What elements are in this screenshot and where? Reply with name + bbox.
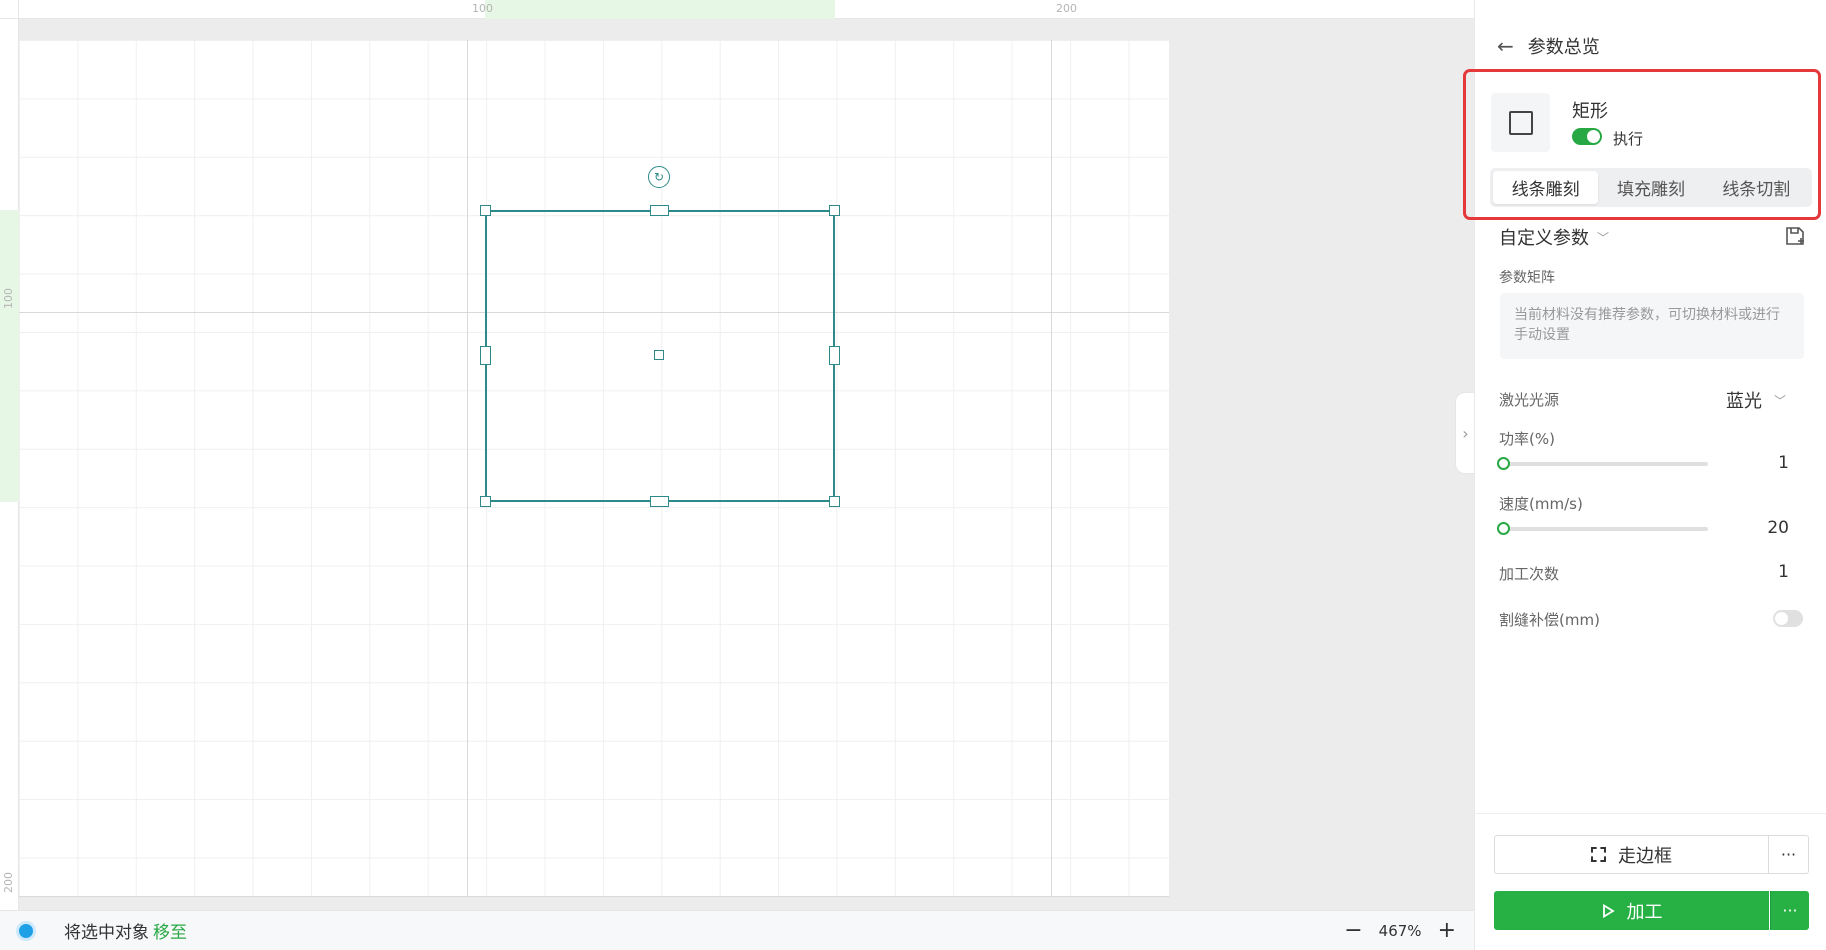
speed-value[interactable]: 20 [1767,518,1789,538]
chevron-right-icon: › [1462,423,1469,443]
frame-more-button[interactable]: ··· [1769,835,1809,874]
tab-line-cut[interactable]: 线条切割 [1704,171,1809,204]
ruler-top-label: 100 [472,2,493,15]
grid-major-line [19,896,1169,897]
ruler-top-selection-highlight [485,0,835,19]
shape-name: 矩形 [1572,101,1608,122]
panel-header: ← 参数总览 [1497,33,1600,59]
ruler-left: 100 200 [0,19,19,910]
resize-handle-bottom-right[interactable] [829,496,840,507]
processing-mode-tabs: 线条雕刻 填充雕刻 线条切割 [1490,168,1812,207]
panel-collapse-toggle[interactable]: › [1455,392,1475,474]
ruler-top: 100 200 [19,0,1474,19]
laser-source-label: 激光光源 [1499,391,1560,409]
ruler-corner [0,0,19,19]
chevron-down-icon: ﹀ [1774,393,1787,408]
shape-thumbnail [1491,93,1550,152]
grid-major-line [1051,40,1052,897]
speed-slider-track[interactable] [1503,527,1708,531]
kerf-label: 割缝补偿(mm) [1499,611,1600,629]
power-label: 功率(%) [1499,430,1555,448]
tab-fill-engrave[interactable]: 填充雕刻 [1598,171,1703,204]
process-button[interactable]: 加工 [1494,891,1769,930]
frame-button[interactable]: 走边框 [1494,835,1769,874]
power-slider-track[interactable] [1503,462,1708,466]
zoom-in-button[interactable]: + [1438,919,1456,942]
param-matrix-label: 参数矩阵 [1499,270,1555,286]
ruler-left-label: 200 [2,872,15,893]
center-handle[interactable] [654,350,664,360]
dashed-frame-icon [1591,847,1606,862]
zoom-out-button[interactable]: − [1344,919,1362,942]
chevron-down-icon: ﹀ [1597,230,1610,245]
ruler-left-label: 100 [2,288,15,309]
resize-handle-top-left[interactable] [480,205,491,216]
zoom-level: 467% [1378,921,1422,940]
ruler-top-label: 200 [1056,2,1077,15]
custom-param-dropdown[interactable]: 自定义参数 ﹀ [1499,224,1609,250]
resize-handle-right[interactable] [829,346,840,365]
panel-title: 参数总览 [1527,37,1600,58]
save-params-icon[interactable] [1784,225,1806,247]
laser-source-value: 蓝光 [1726,391,1762,412]
power-slider-thumb[interactable] [1497,457,1510,470]
rotate-handle-icon[interactable]: ↻ [648,166,670,188]
frame-button-label: 走边框 [1618,845,1672,867]
process-more-button[interactable]: ··· [1770,891,1809,930]
resize-handle-left[interactable] [480,346,491,365]
tab-line-engrave[interactable]: 线条雕刻 [1493,171,1599,204]
speed-label: 速度(mm/s) [1499,495,1583,513]
speed-slider-thumb[interactable] [1497,522,1510,535]
play-icon [1602,903,1615,918]
passes-label: 加工次数 [1499,565,1560,583]
status-dot-icon[interactable] [16,920,36,941]
bottom-bar: 将选中对象 移至 − 467% + [0,910,1474,950]
zoom-control: − 467% + [1344,919,1456,942]
panel-divider [1474,813,1826,814]
passes-value[interactable]: 1 [1778,562,1789,582]
resize-handle-top[interactable] [650,205,669,216]
resize-handle-bottom[interactable] [650,496,669,507]
rectangle-icon [1508,110,1533,135]
param-matrix-box: 当前材料没有推荐参数，可切换材料或进行手动设置 [1500,293,1804,359]
move-to-link[interactable]: 移至 [153,918,187,943]
execute-toggle[interactable] [1572,128,1602,145]
move-selection-text: 将选中对象 [64,923,149,943]
process-button-label: 加工 [1626,901,1663,923]
canvas-area[interactable]: 100 200 100 200 ↻ [0,0,1474,910]
power-value[interactable]: 1 [1778,453,1789,473]
resize-handle-top-right[interactable] [829,205,840,216]
execute-label: 执行 [1613,130,1644,148]
laser-source-select[interactable]: 蓝光 ﹀ [1726,387,1786,413]
back-arrow-icon[interactable]: ← [1497,34,1514,58]
resize-handle-bottom-left[interactable] [480,496,491,507]
ruler-left-selection-highlight [0,210,19,502]
custom-param-label: 自定义参数 [1499,228,1589,249]
grid-major-line [467,40,468,897]
kerf-toggle[interactable] [1773,610,1803,627]
